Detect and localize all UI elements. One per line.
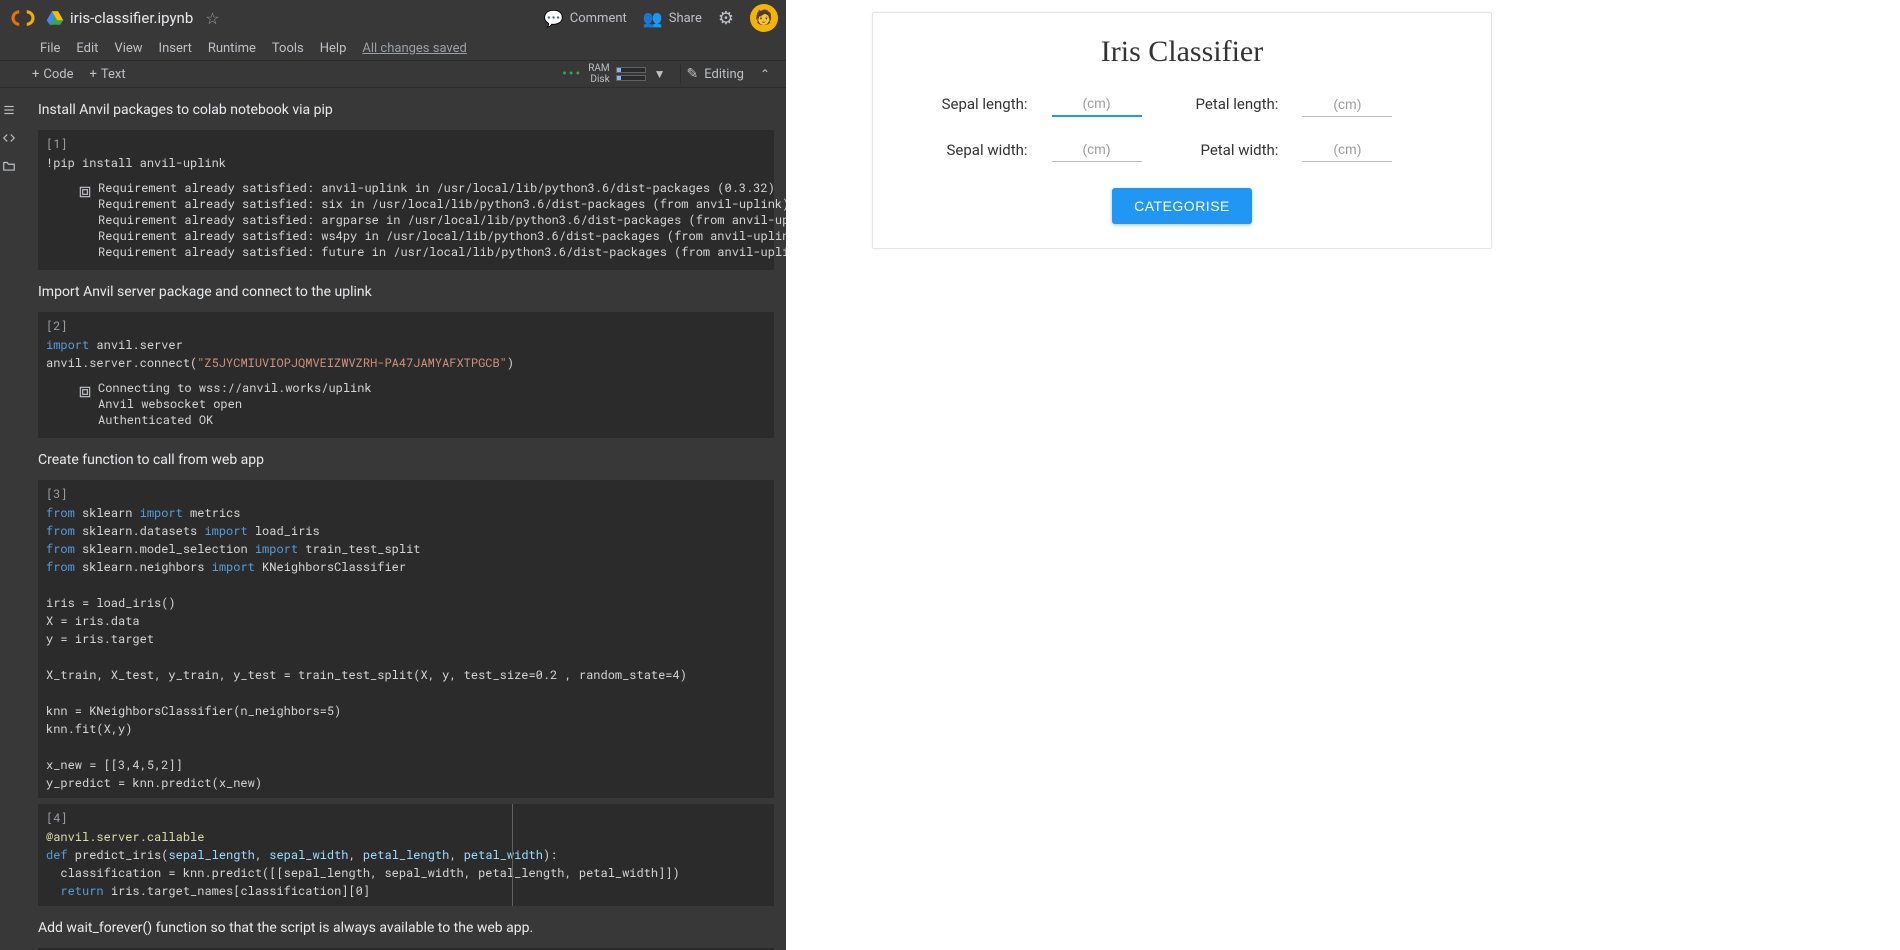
resource-menu-button[interactable]: ▼ xyxy=(654,67,666,81)
comment-label: Comment xyxy=(570,11,627,26)
petal-length-label: Petal length: xyxy=(1196,95,1279,113)
ram-meter xyxy=(616,67,646,73)
resource-meters[interactable] xyxy=(616,66,646,82)
add-text-button[interactable]: + Text xyxy=(90,67,126,82)
sepal-width-label: Sepal width: xyxy=(942,141,1028,159)
exec-count: [1] xyxy=(46,136,72,152)
code-content[interactable]: !pip install anvil-uplink xyxy=(38,154,774,178)
collapse-button[interactable]: ⌃ xyxy=(760,67,770,81)
code-content[interactable]: @anvil.server.callable def predict_iris(… xyxy=(38,828,774,906)
section-heading[interactable]: Create function to call from web app xyxy=(32,438,780,480)
share-icon: 👥 xyxy=(643,9,663,28)
plus-icon: + xyxy=(32,67,39,82)
sepal-length-input[interactable] xyxy=(1052,91,1142,117)
section-heading[interactable]: Import Anvil server package and connect … xyxy=(32,270,780,312)
colab-logo xyxy=(8,8,38,28)
code-cell-4[interactable]: [4] @anvil.server.callable def predict_i… xyxy=(38,804,774,906)
settings-button[interactable]: ⚙ xyxy=(718,8,734,29)
connection-dots-icon: ••• xyxy=(562,66,582,82)
menu-runtime[interactable]: Runtime xyxy=(208,41,256,56)
add-text-label: Text xyxy=(101,67,126,82)
save-status[interactable]: All changes saved xyxy=(362,41,467,56)
mode-label: Editing xyxy=(704,67,744,82)
colab-menubar: File Edit View Insert Runtime Tools Help… xyxy=(0,36,786,60)
code-cell-2[interactable]: [2] import anvil.server anvil.server.con… xyxy=(38,312,774,378)
pencil-icon: ✎ xyxy=(687,66,699,82)
colab-sidebar xyxy=(0,88,18,950)
colab-panel: iris-classifier.ipynb ☆ 💬Comment 👥Share … xyxy=(0,0,786,950)
star-icon[interactable]: ☆ xyxy=(205,9,219,28)
petal-width-input[interactable] xyxy=(1302,137,1392,162)
gear-icon: ⚙ xyxy=(718,8,734,29)
cell-output-1: Requirement already satisfied: anvil-upl… xyxy=(38,178,774,270)
code-content[interactable]: import anvil.server anvil.server.connect… xyxy=(38,336,774,378)
menu-view[interactable]: View xyxy=(114,41,142,56)
output-text: Connecting to wss://anvil.works/uplink A… xyxy=(38,378,774,438)
notebook-filename[interactable]: iris-classifier.ipynb xyxy=(70,9,193,27)
petal-width-label: Petal width: xyxy=(1196,141,1279,159)
exec-count: [3] xyxy=(46,486,72,502)
plus-icon: + xyxy=(90,67,97,82)
code-cell-1[interactable]: [1] !pip install anvil-uplink xyxy=(38,130,774,178)
mode-button[interactable]: ✎ Editing xyxy=(687,66,744,82)
add-code-label: Code xyxy=(43,67,73,82)
menu-tools[interactable]: Tools xyxy=(272,41,304,56)
cell-output-2: Connecting to wss://anvil.works/uplink A… xyxy=(38,378,774,438)
ram-label: RAM xyxy=(588,63,609,74)
colab-content[interactable]: Install Anvil packages to colab notebook… xyxy=(18,88,786,950)
iris-classifier-card: Iris Classifier Sepal length: Petal leng… xyxy=(872,12,1492,249)
app-title: Iris Classifier xyxy=(901,35,1463,69)
menu-insert[interactable]: Insert xyxy=(159,41,192,56)
sepal-width-input[interactable] xyxy=(1052,137,1142,162)
sidebar-files-button[interactable] xyxy=(0,152,18,180)
app-preview-panel: Iris Classifier Sepal length: Petal leng… xyxy=(786,0,1900,950)
menu-help[interactable]: Help xyxy=(320,41,347,56)
share-button[interactable]: 👥 Share xyxy=(643,9,702,28)
input-grid: Sepal length: Petal length: Sepal width:… xyxy=(901,91,1463,162)
exec-count: [4] xyxy=(46,810,72,826)
disk-label: Disk xyxy=(588,74,609,85)
menu-edit[interactable]: Edit xyxy=(76,41,98,56)
user-avatar[interactable]: 🧑 xyxy=(750,4,778,32)
share-label: Share xyxy=(669,11,702,26)
comment-icon: 💬 xyxy=(544,9,564,28)
add-code-button[interactable]: + Code xyxy=(32,67,74,82)
categorise-button[interactable]: CATEGORISE xyxy=(1112,188,1252,224)
exec-count: [2] xyxy=(46,318,72,334)
section-heading[interactable]: Install Anvil packages to colab notebook… xyxy=(32,88,780,130)
resource-labels: RAMDisk xyxy=(588,63,609,85)
sepal-length-label: Sepal length: xyxy=(942,95,1028,113)
menu-file[interactable]: File xyxy=(40,41,60,56)
colab-toolbar: + Code + Text ••• RAMDisk ▼ ✎ Editing ⌃ xyxy=(0,60,786,88)
colab-topbar: iris-classifier.ipynb ☆ 💬Comment 👥Share … xyxy=(0,0,786,36)
sidebar-toc-button[interactable] xyxy=(0,96,18,124)
output-text: Requirement already satisfied: anvil-upl… xyxy=(38,178,774,270)
divider xyxy=(680,64,681,84)
drive-icon xyxy=(46,9,64,27)
code-cell-3[interactable]: [3] from sklearn import metrics from skl… xyxy=(38,480,774,798)
petal-length-input[interactable] xyxy=(1302,92,1392,117)
comment-button[interactable]: 💬 Comment xyxy=(544,9,627,28)
cursor-indicator xyxy=(512,804,513,906)
code-content[interactable]: from sklearn import metrics from sklearn… xyxy=(38,504,774,798)
sidebar-snippets-button[interactable] xyxy=(0,124,18,152)
section-heading[interactable]: Add wait_forever() function so that the … xyxy=(32,906,780,948)
disk-meter xyxy=(616,75,646,81)
